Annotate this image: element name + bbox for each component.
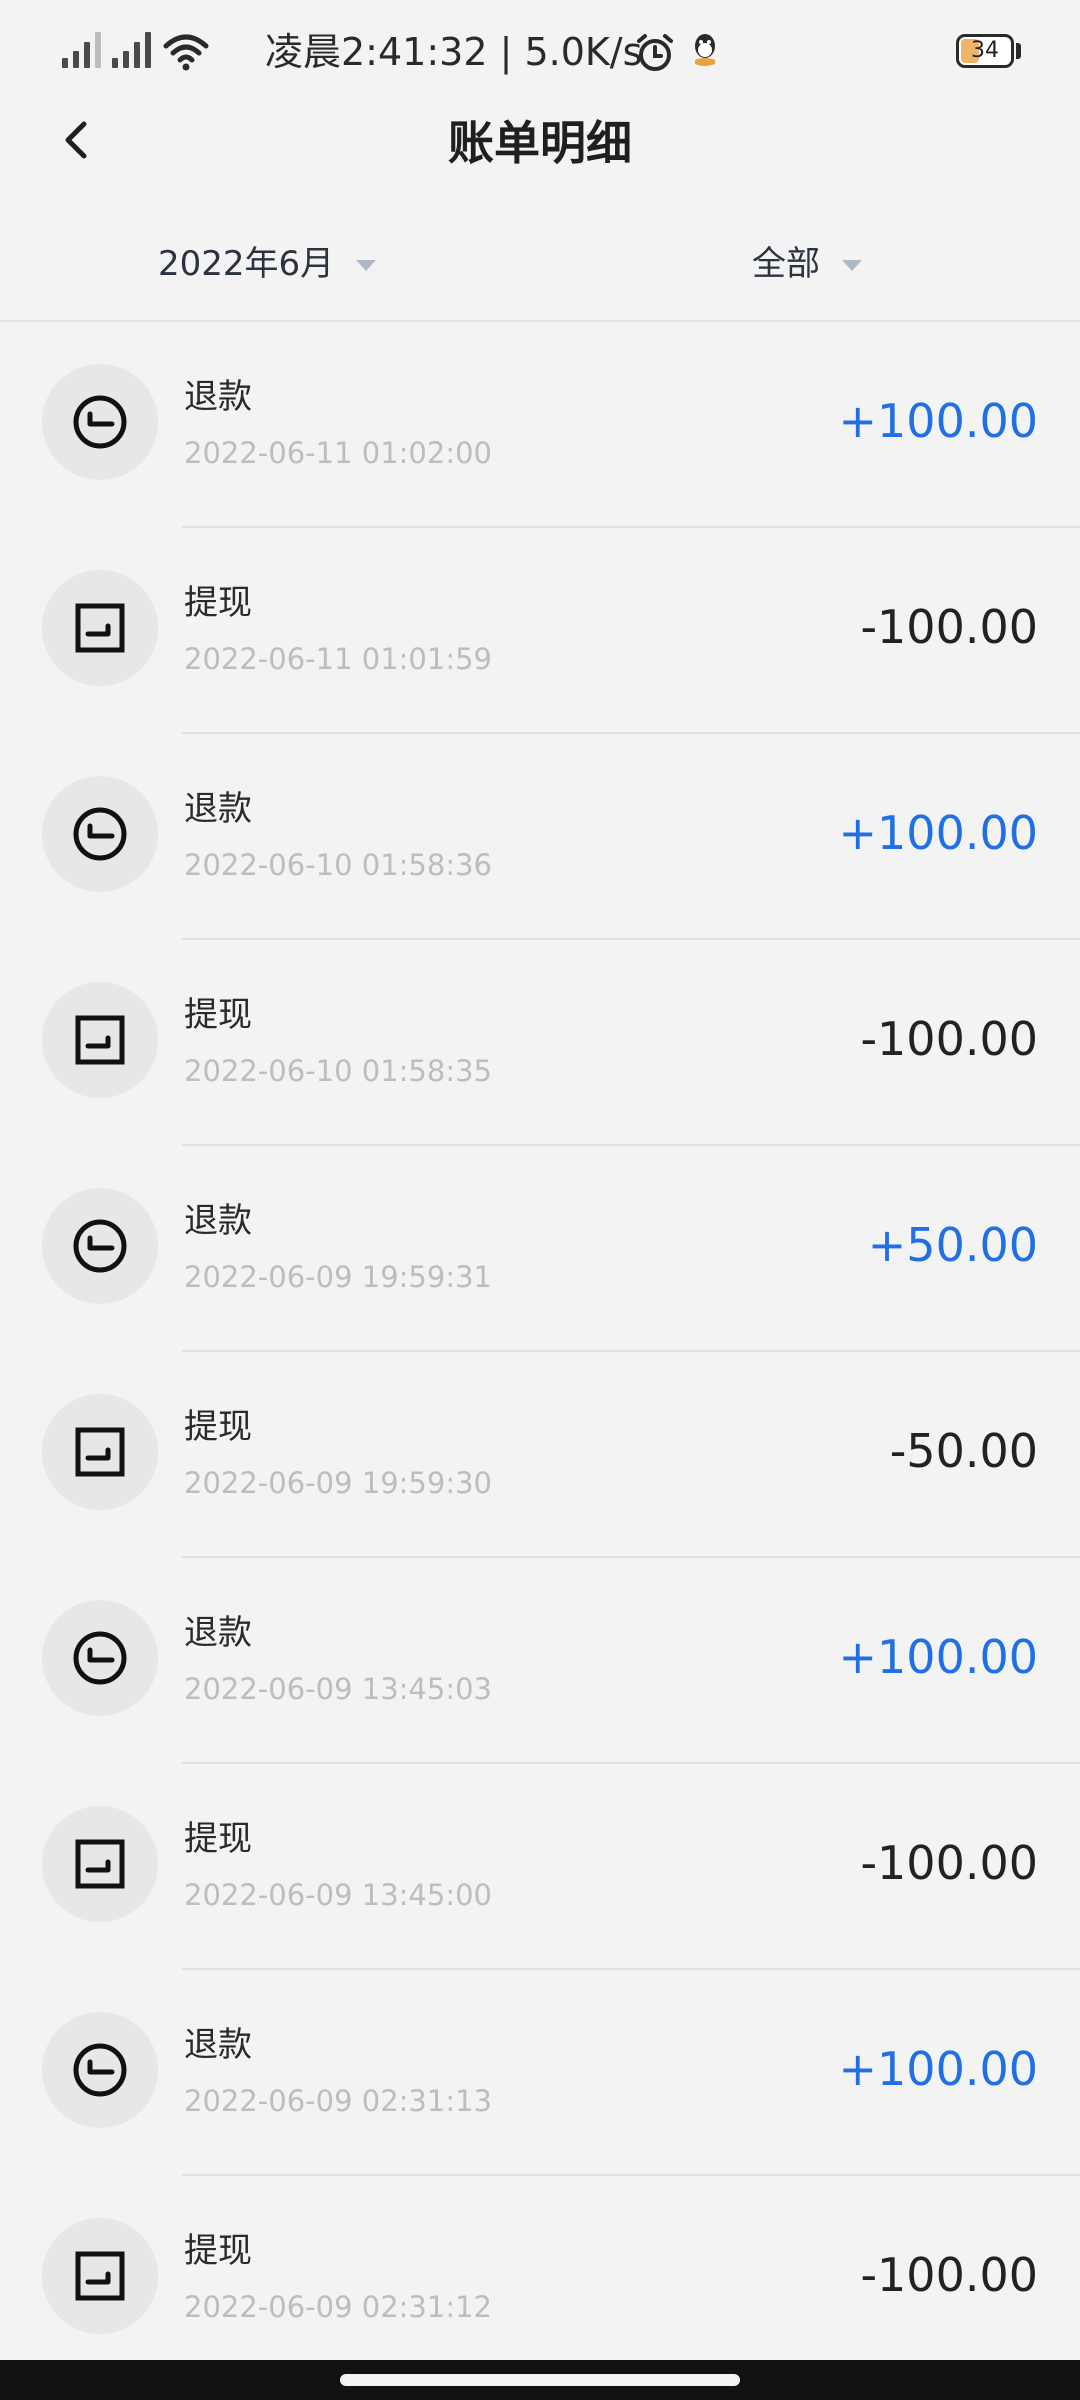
caret-down-icon bbox=[356, 259, 377, 271]
bill-list[interactable]: 退款 2022-06-11 01:02:00 +100.00 提现 2022-06-11… bbox=[0, 322, 1080, 2362]
transaction-title: 退款 bbox=[184, 1201, 252, 1241]
withdraw-icon bbox=[75, 603, 125, 653]
refund-icon-badge bbox=[42, 2012, 158, 2128]
battery-icon: 34 bbox=[956, 34, 1014, 68]
refund-icon bbox=[73, 1631, 127, 1685]
transaction-time: 2022-06-11 01:01:59 bbox=[184, 642, 492, 676]
battery-level: 34 bbox=[971, 38, 999, 63]
type-filter[interactable]: 全部 bbox=[752, 236, 862, 292]
transaction-amount: +100.00 bbox=[838, 806, 1039, 860]
transaction-time: 2022-06-09 19:59:30 bbox=[184, 1466, 492, 1500]
month-filter[interactable]: 2022年6月 bbox=[158, 236, 377, 292]
withdraw-icon-badge bbox=[42, 1394, 158, 1510]
refund-icon bbox=[73, 395, 127, 449]
transaction-row[interactable]: 退款 2022-06-09 19:59:31 +50.00 bbox=[0, 1146, 1080, 1352]
transaction-time: 2022-06-10 01:58:36 bbox=[184, 848, 492, 882]
wifi-icon bbox=[163, 34, 209, 71]
transaction-row[interactable]: 提现 2022-06-09 19:59:30 -50.00 bbox=[0, 1352, 1080, 1558]
transaction-time: 2022-06-09 19:59:31 bbox=[184, 1260, 492, 1294]
transaction-amount: +100.00 bbox=[838, 2042, 1039, 2096]
status-time: 凌晨2:41:32 | 5.0K/s bbox=[265, 30, 643, 74]
transaction-row[interactable]: 退款 2022-06-10 01:58:36 +100.00 bbox=[0, 734, 1080, 940]
transaction-title: 提现 bbox=[184, 1819, 252, 1859]
transaction-title: 退款 bbox=[184, 2025, 252, 2065]
transaction-title: 退款 bbox=[184, 377, 252, 417]
transaction-row[interactable]: 提现 2022-06-11 01:01:59 -100.00 bbox=[0, 528, 1080, 734]
transaction-amount: +100.00 bbox=[838, 394, 1039, 448]
transaction-row[interactable]: 退款 2022-06-09 02:31:13 +100.00 bbox=[0, 1970, 1080, 2176]
refund-icon-badge bbox=[42, 1600, 158, 1716]
transaction-amount: -100.00 bbox=[860, 600, 1038, 654]
refund-icon bbox=[73, 807, 127, 861]
transaction-amount: -100.00 bbox=[860, 1836, 1038, 1890]
transaction-title: 提现 bbox=[184, 995, 252, 1035]
month-filter-label: 2022年6月 bbox=[158, 244, 335, 284]
qq-icon bbox=[695, 34, 715, 66]
transaction-time: 2022-06-10 01:58:35 bbox=[184, 1054, 492, 1088]
withdraw-icon-badge bbox=[42, 570, 158, 686]
signal-icon bbox=[112, 30, 151, 68]
transaction-amount: -100.00 bbox=[860, 1012, 1038, 1066]
withdraw-icon-badge bbox=[42, 1806, 158, 1922]
transaction-title: 提现 bbox=[184, 2231, 252, 2271]
transaction-time: 2022-06-09 02:31:13 bbox=[184, 2084, 492, 2118]
withdraw-icon bbox=[75, 1427, 125, 1477]
refund-icon-badge bbox=[42, 364, 158, 480]
transaction-time: 2022-06-09 13:45:00 bbox=[184, 1878, 492, 1912]
transaction-row[interactable]: 退款 2022-06-11 01:02:00 +100.00 bbox=[0, 322, 1080, 528]
withdraw-icon-badge bbox=[42, 982, 158, 1098]
refund-icon-badge bbox=[42, 776, 158, 892]
withdraw-icon bbox=[75, 2251, 125, 2301]
gesture-bar bbox=[0, 2360, 1080, 2400]
status-bar: 凌晨2:41:32 | 5.0K/s 34 bbox=[0, 0, 1080, 104]
transaction-title: 提现 bbox=[184, 583, 252, 623]
transaction-amount: +100.00 bbox=[838, 1630, 1039, 1684]
withdraw-icon-badge bbox=[42, 2218, 158, 2334]
transaction-title: 退款 bbox=[184, 1613, 252, 1653]
transaction-row[interactable]: 提现 2022-06-09 13:45:00 -100.00 bbox=[0, 1764, 1080, 1970]
transaction-time: 2022-06-11 01:02:00 bbox=[184, 436, 492, 470]
refund-icon bbox=[73, 1219, 127, 1273]
withdraw-icon bbox=[75, 1839, 125, 1889]
refund-icon-badge bbox=[42, 1188, 158, 1304]
transaction-time: 2022-06-09 13:45:03 bbox=[184, 1672, 492, 1706]
signal-icon bbox=[62, 30, 101, 68]
transaction-title: 提现 bbox=[184, 1407, 252, 1447]
home-indicator[interactable] bbox=[340, 2374, 740, 2386]
transaction-amount: -50.00 bbox=[889, 1424, 1038, 1478]
transaction-row[interactable]: 退款 2022-06-09 13:45:03 +100.00 bbox=[0, 1558, 1080, 1764]
caret-down-icon bbox=[842, 259, 862, 271]
page-title: 账单明细 bbox=[448, 116, 632, 170]
transaction-row[interactable]: 提现 2022-06-10 01:58:35 -100.00 bbox=[0, 940, 1080, 1146]
refund-icon bbox=[73, 2043, 127, 2097]
type-filter-label: 全部 bbox=[752, 244, 820, 284]
transaction-time: 2022-06-09 02:31:12 bbox=[184, 2290, 492, 2324]
transaction-amount: +50.00 bbox=[867, 1218, 1038, 1272]
transaction-row[interactable]: 提现 2022-06-09 02:31:12 -100.00 bbox=[0, 2176, 1080, 2362]
transaction-amount: -100.00 bbox=[860, 2248, 1038, 2302]
alarm-icon bbox=[637, 34, 673, 71]
withdraw-icon bbox=[75, 1015, 125, 1065]
transaction-title: 退款 bbox=[184, 789, 252, 829]
